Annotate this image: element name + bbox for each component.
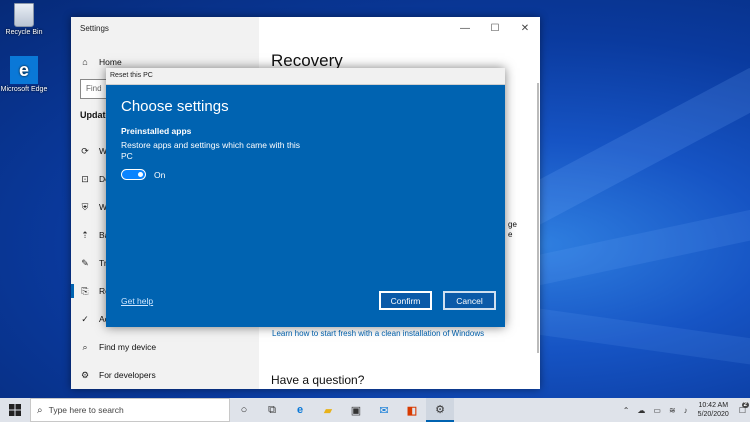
desktop-icon-edge[interactable]: e Microsoft Edge [0,56,48,94]
start-button[interactable] [0,398,30,422]
fresh-start-link[interactable]: Learn how to start fresh with a clean in… [272,329,484,338]
get-help-link[interactable]: Get help [121,296,153,306]
task-view-icon[interactable]: ⧉ [258,398,286,422]
toggle-state-label: On [154,170,166,180]
recycle-bin-icon [14,3,34,27]
sidebar-item-label: Home [99,57,122,67]
store-icon[interactable]: ▣ [342,398,370,422]
clock[interactable]: 10:42 AM 5/20/2020 [698,401,729,419]
taskbar: ⌕ Type here to search ○ ⧉ e ▰ ▣ ✉ ◧ ⚙ ⌃ … [0,398,750,422]
clock-date: 5/20/2020 [697,411,729,418]
window-controls: — ☐ ✕ [450,17,540,39]
shield-icon: ⛨ [81,201,89,212]
content-text-fragment: e [508,230,513,239]
desktop-icon-label: Microsoft Edge [0,86,48,93]
wifi-icon[interactable]: ≋ [669,406,676,415]
cancel-button[interactable]: Cancel [443,291,496,310]
preinstalled-apps-toggle[interactable] [121,169,146,180]
home-icon: ⌂ [82,57,88,67]
dialog-heading: Choose settings [121,98,229,115]
search-placeholder: Type here to search [48,405,124,415]
developers-icon: ⚙ [80,369,90,380]
find-device-icon: ⌕ [82,341,88,352]
settings-taskbar-icon[interactable]: ⚙ [426,398,454,422]
reset-pc-dialog: Reset this PC Choose settings Preinstall… [106,68,505,327]
sidebar-item-find-my-device[interactable]: ⌕ Find my device [71,337,259,357]
edge-icon: e [10,56,38,84]
clock-time: 10:42 AM [698,402,729,409]
cloud-icon[interactable]: ☁ [637,406,645,415]
recovery-icon: ⎘ [81,285,89,296]
activation-icon: ✓ [81,313,89,324]
sidebar-item-label: For developers [99,370,156,380]
sidebar-item-label: Find my device [99,342,157,352]
maximize-button[interactable]: ☐ [480,17,510,39]
mail-icon[interactable]: ✉ [370,398,398,422]
scrollbar[interactable] [537,83,539,353]
notification-icon[interactable]: ☐ 2 [739,401,749,415]
dialog-subheading: Preinstalled apps [121,126,192,136]
office-icon[interactable]: ◧ [398,398,426,422]
volume-icon[interactable]: ♪ [684,406,688,415]
close-button[interactable]: ✕ [510,17,540,39]
cortana-icon[interactable]: ○ [230,398,258,422]
minimize-button[interactable]: — [450,17,480,39]
help-heading: Have a question? [271,373,365,387]
system-tray: ⌃ ☁ ▭ ≋ ♪ 10:42 AM 5/20/2020 ☐ 2 [619,398,750,422]
sidebar-item-for-developers[interactable]: ⚙ For developers [71,365,259,385]
search-icon: ⌕ [37,404,43,416]
dialog-titlebar: Reset this PC [106,68,505,85]
desktop-icon-label: Recycle Bin [5,29,43,36]
chevron-up-icon[interactable]: ⌃ [623,406,630,415]
windows-logo-icon [9,404,21,416]
delivery-icon: ⊡ [81,173,89,184]
sync-icon: ⟳ [81,145,89,156]
dialog-description: Restore apps and settings which came wit… [121,140,301,161]
wrench-icon: ✎ [81,257,89,268]
edge-taskbar-icon[interactable]: e [286,398,314,422]
file-explorer-icon[interactable]: ▰ [314,398,342,422]
confirm-button[interactable]: Confirm [379,291,432,310]
window-title: Settings [80,24,109,33]
desktop-icon-recycle-bin[interactable]: Recycle Bin [0,3,48,37]
taskbar-search-input[interactable]: ⌕ Type here to search [30,398,230,422]
content-text-fragment: ge [508,220,517,229]
toggle-knob [138,172,143,177]
battery-icon[interactable]: ▭ [653,406,661,415]
backup-icon: ⇡ [81,229,89,240]
notification-count: 2 [741,401,749,408]
